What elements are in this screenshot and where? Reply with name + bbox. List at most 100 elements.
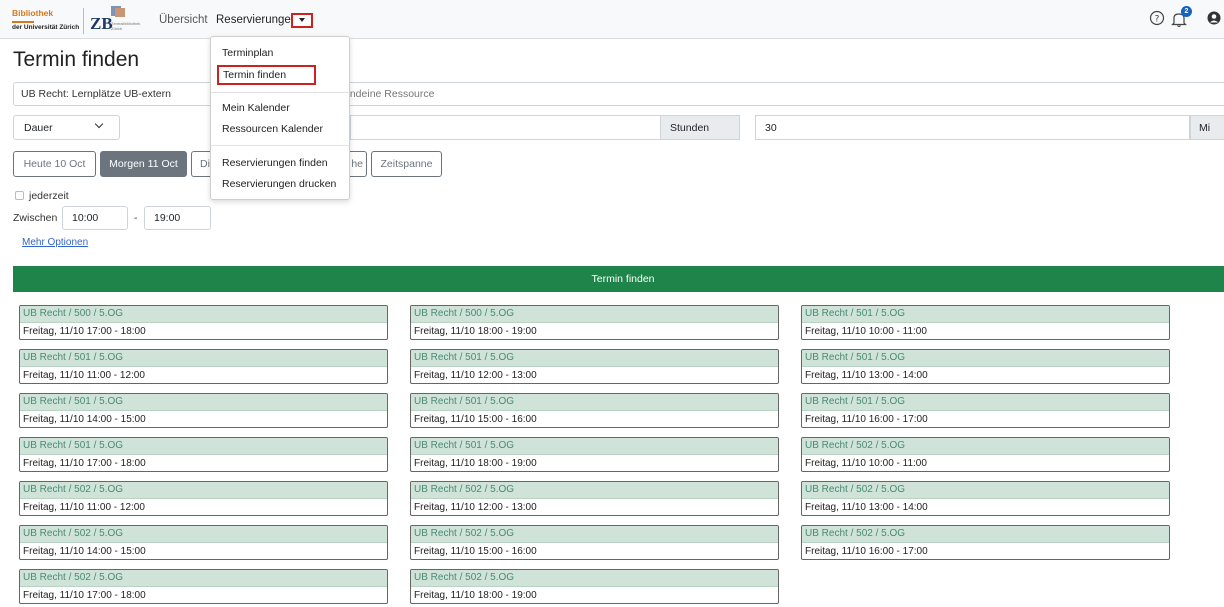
result-card-time: Freitag, 11/10 17:00 - 18:00 (23, 326, 146, 337)
result-card-time: Freitag, 11/10 13:00 - 14:00 (805, 502, 928, 513)
between-label: Zwischen (13, 212, 58, 224)
menu-divider (211, 92, 349, 93)
result-card-time: Freitag, 11/10 11:00 - 12:00 (23, 370, 145, 381)
time-to-value: 19:00 (154, 212, 181, 224)
result-card[interactable]: UB Recht / 501 / 5.OG Freitag, 11/10 14:0… (19, 393, 388, 428)
nav-link-reservations[interactable]: Reservierungen (216, 14, 297, 26)
result-card-time: Freitag, 11/10 10:00 - 11:00 (805, 326, 927, 337)
result-card[interactable]: UB Recht / 502 / 5.OG Freitag, 11/10 14:0… (19, 525, 388, 560)
notification-badge: 2 (1181, 6, 1192, 17)
menu-item-ressourcen-kalender[interactable]: Ressourcen Kalender (222, 123, 323, 135)
result-card-resource: UB Recht / 501 / 5.OG (20, 438, 387, 455)
result-card-resource: UB Recht / 501 / 5.OG (20, 350, 387, 367)
result-card-resource: UB Recht / 500 / 5.OG (411, 306, 778, 323)
result-card-resource: UB Recht / 501 / 5.OG (411, 394, 778, 411)
zb-logo-square-brown (115, 8, 125, 17)
day-button-tomorrow[interactable]: Morgen 11 Oct (100, 151, 187, 177)
page-title: Termin finden (13, 48, 140, 71)
menu-item-termin-finden[interactable]: Termin finden (217, 65, 316, 85)
result-card-resource: UB Recht / 502 / 5.OG (411, 482, 778, 499)
result-card[interactable]: UB Recht / 502 / 5.OG Freitag, 11/10 13:0… (801, 481, 1170, 516)
zb-logo-text: ZB (90, 14, 113, 33)
menu-item-reservierungen-drucken[interactable]: Reservierungen drucken (222, 178, 336, 190)
result-card-time: Freitag, 11/10 18:00 - 19:00 (414, 326, 537, 337)
result-card[interactable]: UB Recht / 502 / 5.OG Freitag, 11/10 18:0… (410, 569, 779, 604)
result-card-time: Freitag, 11/10 13:00 - 14:00 (805, 370, 928, 381)
ub-logo-bar (12, 20, 34, 23)
result-card-resource: UB Recht / 501 / 5.OG (802, 350, 1169, 367)
result-card[interactable]: UB Recht / 502 / 5.OG Freitag, 11/10 12:0… (410, 481, 779, 516)
nav-link-overview[interactable]: Übersicht (159, 14, 208, 26)
ub-logo[interactable]: Bibliothek der Universität Zürich (12, 9, 79, 31)
reservations-dropdown-menu: Terminplan Termin finden Mein Kalender R… (210, 36, 350, 200)
result-card-time: Freitag, 11/10 14:00 - 15:00 (23, 546, 146, 557)
result-card-resource: UB Recht / 502 / 5.OG (802, 438, 1169, 455)
chevron-down-icon (94, 119, 104, 129)
result-card[interactable]: UB Recht / 502 / 5.OG Freitag, 11/10 11:0… (19, 481, 388, 516)
result-card-time: Freitag, 11/10 17:00 - 18:00 (23, 458, 146, 469)
zb-logo-subtext: Zentralbibliothek Zürich (111, 21, 141, 31)
hours-label: Stunden (670, 122, 710, 134)
help-circle-icon[interactable]: ? (1149, 10, 1165, 26)
minutes-label: Mi (1199, 122, 1211, 134)
user-icon[interactable] (1204, 10, 1224, 26)
result-card[interactable]: UB Recht / 501 / 5.OG Freitag, 11/10 15:0… (410, 393, 779, 428)
ub-logo-line1: Bibliothek (12, 8, 54, 18)
result-card[interactable]: UB Recht / 502 / 5.OG Freitag, 11/10 15:0… (410, 525, 779, 560)
time-from-input[interactable]: 10:00 (62, 206, 128, 230)
day-button-timespan[interactable]: Zeitspanne (371, 151, 442, 177)
result-card[interactable]: UB Recht / 502 / 5.OG Freitag, 11/10 10:0… (801, 437, 1170, 472)
menu-divider (211, 145, 349, 146)
result-card-time: Freitag, 11/10 12:00 - 13:00 (414, 502, 537, 513)
result-card-time: Freitag, 11/10 15:00 - 16:00 (414, 546, 537, 557)
result-card-resource: UB Recht / 502 / 5.OG (20, 570, 387, 587)
time-to-input[interactable]: 19:00 (144, 206, 211, 230)
result-card-resource: UB Recht / 500 / 5.OG (20, 306, 387, 323)
result-card-time: Freitag, 11/10 14:00 - 15:00 (23, 414, 146, 425)
anytime-checkbox[interactable] (15, 191, 24, 200)
result-card-resource: UB Recht / 501 / 5.OG (802, 306, 1169, 323)
result-card-time: Freitag, 11/10 11:00 - 12:00 (23, 502, 145, 513)
result-card-resource: UB Recht / 502 / 5.OG (20, 482, 387, 499)
resource-select-placeholder: endeine Ressource (344, 88, 435, 100)
top-navbar: Bibliothek der Universität Zürich ZB Zen… (0, 0, 1224, 39)
minutes-input[interactable]: 30 (755, 115, 1190, 140)
result-card-resource: UB Recht / 502 / 5.OG (802, 526, 1169, 543)
resource-select[interactable]: UB Recht: Lernplätze UB-extern endeine R… (13, 82, 1224, 106)
result-card-resource: UB Recht / 502 / 5.OG (411, 570, 778, 587)
result-card-resource: UB Recht / 501 / 5.OG (20, 394, 387, 411)
caret-down-icon (299, 18, 305, 22)
result-card[interactable]: UB Recht / 501 / 5.OG Freitag, 11/10 10:0… (801, 305, 1170, 340)
result-card-resource: UB Recht / 501 / 5.OG (411, 350, 778, 367)
minutes-value: 30 (765, 122, 777, 134)
result-card[interactable]: UB Recht / 500 / 5.OG Freitag, 11/10 18:0… (410, 305, 779, 340)
result-card[interactable]: UB Recht / 501 / 5.OG Freitag, 11/10 16:0… (801, 393, 1170, 428)
menu-item-mein-kalender[interactable]: Mein Kalender (222, 102, 290, 114)
hours-input[interactable] (350, 115, 661, 140)
result-card[interactable]: UB Recht / 500 / 5.OG Freitag, 11/10 17:0… (19, 305, 388, 340)
time-range-dash: - (134, 212, 138, 224)
menu-item-terminplan[interactable]: Terminplan (222, 47, 273, 59)
day-button-today[interactable]: Heute 10 Oct (13, 151, 96, 177)
result-card[interactable]: UB Recht / 501 / 5.OG Freitag, 11/10 18:0… (410, 437, 779, 472)
result-card-time: Freitag, 11/10 17:00 - 18:00 (23, 590, 146, 601)
result-card-time: Freitag, 11/10 16:00 - 17:00 (805, 414, 928, 425)
result-card[interactable]: UB Recht / 501 / 5.OG Freitag, 11/10 13:0… (801, 349, 1170, 384)
hours-addon: Stunden (660, 115, 740, 140)
result-card[interactable]: UB Recht / 501 / 5.OG Freitag, 11/10 17:0… (19, 437, 388, 472)
menu-item-reservierungen-finden[interactable]: Reservierungen finden (222, 157, 328, 169)
result-card[interactable]: UB Recht / 502 / 5.OG Freitag, 11/10 17:0… (19, 569, 388, 604)
more-options-link[interactable]: Mehr Optionen (22, 237, 88, 248)
time-from-value: 10:00 (72, 212, 99, 224)
duration-mode-select[interactable]: Dauer (13, 115, 120, 140)
zb-logo[interactable]: ZB Zentralbibliothek Zürich (90, 6, 146, 36)
reservations-dropdown-toggle[interactable] (291, 13, 313, 28)
result-card[interactable]: UB Recht / 501 / 5.OG Freitag, 11/10 12:0… (410, 349, 779, 384)
find-appointment-button[interactable]: Termin finden (13, 266, 1224, 292)
result-card-time: Freitag, 11/10 10:00 - 11:00 (805, 458, 927, 469)
result-card-resource: UB Recht / 501 / 5.OG (802, 394, 1169, 411)
minutes-addon: Mi (1190, 115, 1224, 140)
result-card[interactable]: UB Recht / 502 / 5.OG Freitag, 11/10 16:0… (801, 525, 1170, 560)
result-card-time: Freitag, 11/10 16:00 - 17:00 (805, 546, 928, 557)
result-card[interactable]: UB Recht / 501 / 5.OG Freitag, 11/10 11:0… (19, 349, 388, 384)
